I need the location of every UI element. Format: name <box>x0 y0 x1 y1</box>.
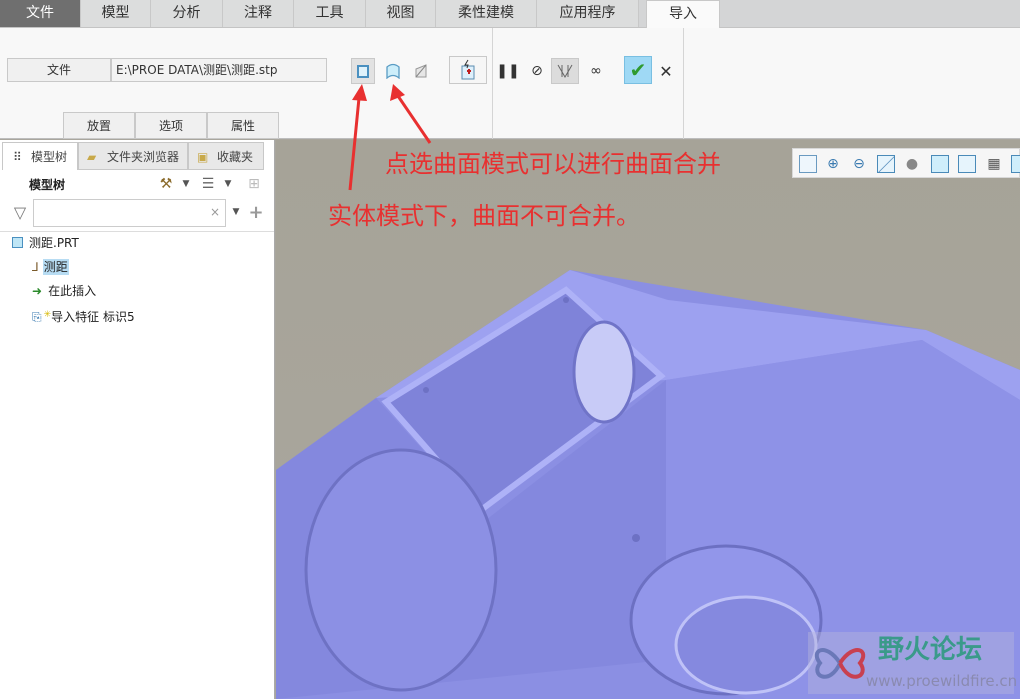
view-more-icon[interactable] <box>1011 155 1020 173</box>
folder-icon: ▰ <box>87 150 97 164</box>
file-button[interactable]: 文件 <box>7 58 111 82</box>
chevron-down-icon[interactable]: ▼ <box>230 201 242 223</box>
check-icon: ✔ <box>629 58 647 82</box>
view-toolbar: ⊕ ⊖ ● ▦ <box>792 148 1020 178</box>
settings-tools-icon[interactable]: ⚒ <box>156 173 176 195</box>
favorites-folder-icon: ▣ <box>197 150 209 164</box>
verify-glasses-icon[interactable]: ∞ <box>584 60 608 82</box>
tree-item-label: 在此插入 <box>48 284 97 298</box>
show-list-icon[interactable]: ☰ <box>199 173 217 195</box>
subtab-properties[interactable]: 属性 <box>207 112 279 139</box>
watermark: 野火论坛 www.proewildfire.cn <box>808 632 1018 694</box>
view-manager-icon[interactable] <box>958 155 976 173</box>
tree-item-label: 测距 <box>42 259 69 275</box>
solid-mode-button[interactable] <box>351 58 375 84</box>
model-hole <box>423 387 429 393</box>
tab-import[interactable]: 导入 <box>646 0 720 28</box>
panel-tab-label: 收藏夹 <box>217 150 254 164</box>
model-front-boss-inner <box>674 595 818 695</box>
zoom-out-icon[interactable]: ⊖ <box>850 155 868 173</box>
cancel-x-icon[interactable]: ✕ <box>656 60 676 82</box>
quilt-icon <box>415 64 427 78</box>
tab-view[interactable]: 视图 <box>366 0 436 27</box>
tree-item-insert-here[interactable]: ➜ 在此插入 <box>32 281 96 301</box>
tab-tools[interactable]: 工具 <box>294 0 366 27</box>
import-feature-icon: ⎘ <box>32 310 42 324</box>
chevron-down-icon[interactable]: ▼ <box>222 173 234 195</box>
panel-tab-folder-browser[interactable]: ▰ 文件夹浏览器 <box>78 142 188 170</box>
insert-arrow-icon: ➜ <box>32 284 43 298</box>
model-bore <box>572 320 636 424</box>
tab-analysis[interactable]: 分析 <box>151 0 223 27</box>
watermark-name: 野火论坛 <box>878 635 983 665</box>
zoom-in-icon[interactable]: ⊕ <box>824 155 842 173</box>
tree-structure-icon: ⠿ <box>13 150 22 164</box>
divider <box>0 231 274 232</box>
tab-annotate[interactable]: 注释 <box>223 0 294 27</box>
import-file-icon <box>461 59 475 80</box>
filter-icon[interactable]: ▽ <box>10 201 30 223</box>
tree-item-csys[interactable]: ⅃ 测距 <box>32 257 69 277</box>
refit-icon[interactable] <box>799 155 817 173</box>
saved-views-icon[interactable] <box>931 155 949 173</box>
coordinate-system-icon: ⅃ <box>32 260 39 274</box>
preview-button[interactable] <box>551 58 579 84</box>
panel-tab-favorites[interactable]: ▣ 收藏夹 <box>188 142 264 170</box>
perspective-camera-icon[interactable]: ▦ <box>985 155 1003 173</box>
panel-tab-label: 文件夹浏览器 <box>107 150 180 164</box>
tab-file[interactable]: 文件 <box>0 0 81 27</box>
surface-icon <box>386 63 400 79</box>
add-icon[interactable]: + <box>248 201 264 223</box>
import-options-button[interactable] <box>449 56 487 84</box>
no-preview-icon[interactable]: ⊘ <box>528 60 546 82</box>
panel-tab-model-tree[interactable]: ⠿ 模型树 <box>2 142 78 170</box>
pause-icon[interactable]: ❚❚ <box>496 60 519 82</box>
tab-model[interactable]: 模型 <box>81 0 151 27</box>
tree-item-label: 测距.PRT <box>29 236 79 250</box>
tab-flexible-modeling[interactable]: 柔性建模 <box>436 0 537 27</box>
panel-header: 模型树 <box>29 178 66 192</box>
part-icon <box>12 237 23 248</box>
surface-mode-button[interactable] <box>382 59 404 83</box>
tree-item-part[interactable]: 测距.PRT <box>12 233 79 253</box>
quilt-mode-button[interactable] <box>410 59 432 83</box>
clear-search-icon[interactable]: × <box>210 205 220 219</box>
tab-applications[interactable]: 应用程序 <box>537 0 639 27</box>
panel-tab-label: 模型树 <box>31 150 68 164</box>
subtab-options[interactable]: 选项 <box>135 112 207 139</box>
repaint-icon[interactable] <box>877 155 895 173</box>
tree-item-label: 导入特征 标识5 <box>51 310 135 324</box>
solid-icon <box>357 65 369 78</box>
annotation-solid-mode: 实体模式下，曲面不可合并。 <box>328 202 640 230</box>
model-hole <box>563 297 569 303</box>
annotation-surface-mode: 点选曲面模式可以进行曲面合并 <box>385 150 721 178</box>
ok-button[interactable]: ✔ <box>624 56 652 84</box>
forum-logo-icon <box>814 648 866 679</box>
model-tree-panel: ⠿ 模型树 ▰ 文件夹浏览器 ▣ 收藏夹 模型树 ⚒ ▼ ☰ ▼ ⊞ ▽ × ▼ + … <box>0 140 275 699</box>
ribbon-tab-bar: 文件 模型 分析 注释 工具 视图 柔性建模 应用程序 导入 <box>0 0 1020 28</box>
tree-item-import-feature[interactable]: ⎘ ✳导入特征 标识5 <box>32 305 135 325</box>
chevron-down-icon[interactable]: ▼ <box>180 173 192 195</box>
hide-tree-icon[interactable]: ⊞ <box>243 173 265 195</box>
ribbon: 文件 E:\PROE DATA\测距\测距.stp ❚❚ ⊘ ∞ ✔ ✕ 放置 … <box>0 28 1020 139</box>
tree-search-input[interactable]: × <box>33 199 226 227</box>
model-side-boss <box>304 448 498 692</box>
model-hole <box>632 534 640 542</box>
preview-icon <box>557 64 573 78</box>
display-style-icon[interactable]: ● <box>903 155 921 173</box>
watermark-url: www.proewildfire.cn <box>866 672 1018 690</box>
file-path-field[interactable]: E:\PROE DATA\测距\测距.stp <box>111 58 327 82</box>
subtab-placement[interactable]: 放置 <box>63 112 135 139</box>
